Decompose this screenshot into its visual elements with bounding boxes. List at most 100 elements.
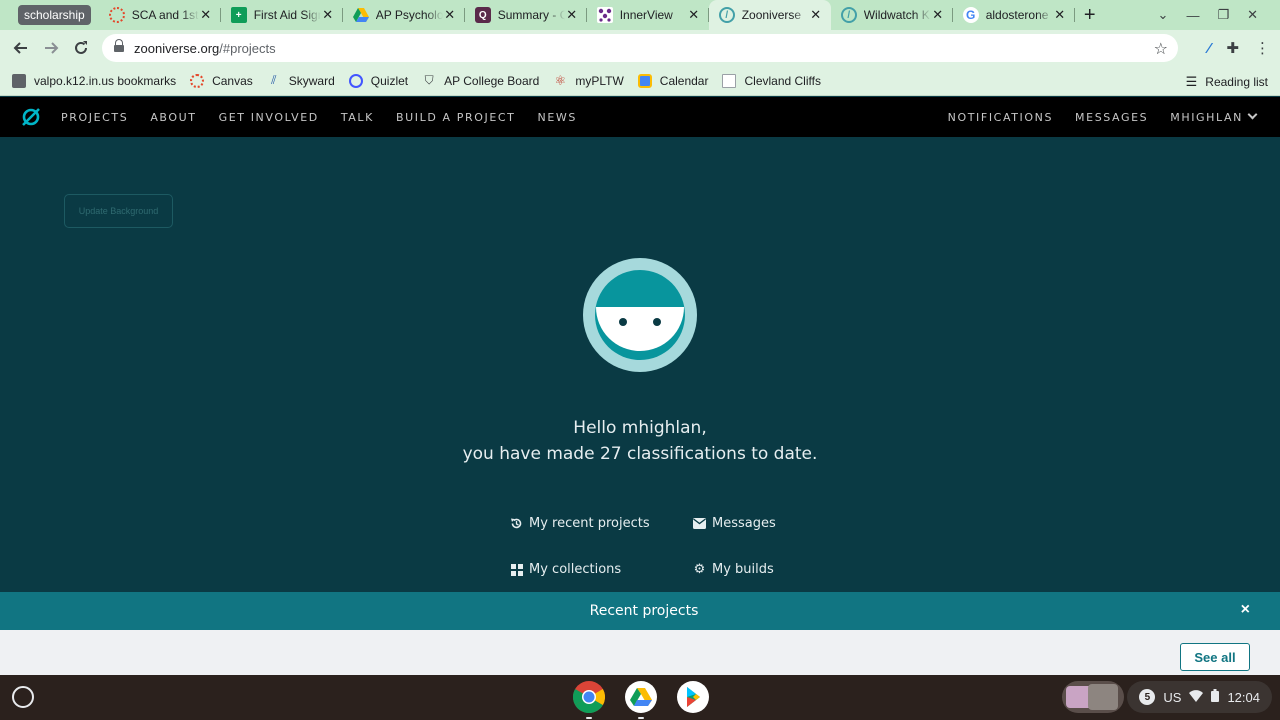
canvas-icon (190, 73, 205, 88)
messages-link[interactable]: Messages (693, 516, 776, 531)
minimize-icon[interactable]: — (1186, 8, 1199, 23)
see-all-button[interactable]: See all (1180, 643, 1250, 671)
lock-icon[interactable] (114, 39, 124, 53)
nav-user-menu[interactable]: MHIGHLAN (1170, 109, 1258, 124)
tab-strip: scholarship SCA and 1st ✕ + First Aid Si… (0, 0, 1280, 30)
close-icon[interactable]: ✕ (199, 7, 213, 23)
reading-list-button[interactable]: ☰ Reading list (1186, 74, 1268, 90)
tab-wildwatch[interactable]: / Wildwatch K ✕ (831, 0, 953, 30)
restore-icon[interactable]: ❐ (1217, 7, 1229, 23)
close-icon[interactable]: ✕ (931, 7, 945, 23)
link-label: My collections (529, 562, 622, 577)
nav-talk[interactable]: TALK (341, 111, 374, 124)
innerview-icon (596, 7, 613, 23)
greeting-line-2: you have made 27 classifications to date… (462, 444, 818, 464)
grid-icon (510, 563, 523, 576)
close-icon[interactable]: ✕ (565, 7, 579, 23)
envelope-icon (693, 517, 706, 530)
clock: 12:04 (1227, 689, 1260, 705)
new-tab-button[interactable]: + (1075, 4, 1105, 27)
tab-title: First Aid Sign (253, 8, 321, 22)
nav-right: NOTIFICATIONS MESSAGES MHIGHLAN (926, 97, 1258, 137)
close-window-icon[interactable]: ✕ (1247, 7, 1258, 23)
close-icon[interactable]: ✕ (809, 7, 823, 23)
nav-news[interactable]: NEWS (537, 111, 576, 124)
bookmark-calendar[interactable]: Calendar (637, 73, 708, 88)
gear-icon: ⚙ (693, 562, 706, 577)
address-bar[interactable]: zooniverse.org/#projects ☆ (102, 34, 1178, 62)
bookmark-clevland[interactable]: Clevland Cliffs (722, 73, 821, 88)
my-collections-link[interactable]: My collections (510, 562, 621, 577)
update-background-button[interactable]: Update Background (64, 194, 173, 228)
running-indicator (586, 717, 592, 719)
running-indicator (638, 717, 644, 719)
my-builds-link[interactable]: ⚙ My builds (693, 562, 774, 577)
extension-area: ⁄ ✚ ⋮ (1208, 34, 1270, 62)
tab-innerview[interactable]: InnerView ✕ (587, 0, 709, 30)
tab-aldosterone[interactable]: G aldosterone ✕ (953, 0, 1075, 30)
bookmark-valpo[interactable]: valpo.k12.in.us bookmarks (12, 73, 177, 88)
extension-icon[interactable]: ⁄ (1208, 40, 1211, 57)
my-recent-projects-link[interactable]: My recent projects (510, 516, 650, 531)
nav-build-a-project[interactable]: BUILD A PROJECT (396, 111, 516, 124)
bookmark-star-icon[interactable]: ☆ (1154, 39, 1168, 59)
bookmark-mypltw[interactable]: ⚛ myPLTW (553, 72, 624, 88)
play-store-icon[interactable] (677, 681, 709, 713)
close-icon[interactable]: ✕ (321, 7, 335, 23)
tab-group-label[interactable]: scholarship (18, 5, 91, 25)
drive-icon[interactable] (625, 681, 657, 719)
skyward-icon: ⫽ (271, 73, 277, 87)
forward-button[interactable] (36, 33, 66, 63)
back-button[interactable] (6, 33, 36, 63)
bookmark-label: myPLTW (575, 73, 624, 88)
link-label: Messages (712, 516, 776, 531)
launcher-icon[interactable] (12, 686, 34, 708)
site-nav: PROJECTS ABOUT GET INVOLVED TALK BUILD A… (0, 97, 1280, 137)
tab-title: aldosterone (985, 8, 1049, 22)
url-host: zooniverse.org (134, 40, 220, 56)
tab-title: Summary - Q (497, 8, 565, 22)
bookmark-collegeboard[interactable]: ⛉ AP College Board (422, 73, 540, 88)
pltw-icon: ⚛ (554, 72, 567, 88)
home-hero: Update Background Hello mhighlan, you ha… (0, 137, 1280, 592)
nav-about[interactable]: ABOUT (150, 111, 196, 124)
tab-summary[interactable]: Q Summary - Q ✕ (465, 0, 587, 30)
nav-messages[interactable]: MESSAGES (1075, 111, 1148, 124)
bookmark-label: valpo.k12.in.us bookmarks (34, 73, 177, 88)
google-icon: G (962, 7, 979, 23)
tab-first-aid[interactable]: + First Aid Sign ✕ (221, 0, 343, 30)
bookmark-canvas[interactable]: Canvas (190, 73, 253, 88)
zooniverse-icon: / (718, 7, 735, 23)
nav-get-involved[interactable]: GET INVOLVED (219, 111, 319, 124)
wifi-icon (1189, 689, 1204, 705)
close-icon[interactable]: × (1241, 601, 1250, 619)
reload-button[interactable] (66, 33, 96, 63)
chrome-icon[interactable] (572, 681, 606, 719)
holding-space-thumbnails[interactable] (1062, 681, 1124, 713)
calendar-icon (637, 73, 652, 88)
keyboard-layout: US (1163, 689, 1182, 705)
status-tray[interactable]: 5 US 12:04 (1127, 681, 1272, 713)
close-icon[interactable]: ✕ (1053, 7, 1067, 23)
bookmark-quizlet[interactable]: Quizlet (348, 73, 408, 88)
tab-title: Wildwatch K (863, 8, 930, 22)
thumbnail (1088, 684, 1118, 710)
battery-icon (1211, 689, 1220, 705)
bookmark-label: AP College Board (444, 73, 540, 88)
url-path: /#projects (219, 40, 276, 56)
close-icon[interactable]: ✕ (687, 7, 701, 23)
page-icon (722, 73, 737, 88)
tab-zooniverse[interactable]: / Zooniverse ✕ (708, 0, 831, 30)
avatar[interactable] (583, 258, 697, 372)
close-icon[interactable]: ✕ (443, 7, 457, 23)
tab-ap-psych[interactable]: AP Psychology ✕ (343, 0, 465, 30)
puzzle-icon[interactable]: ✚ (1226, 39, 1239, 57)
tab-search-icon[interactable]: ⌄ (1158, 7, 1169, 23)
nav-notifications[interactable]: NOTIFICATIONS (948, 111, 1053, 124)
os-shelf: 5 US 12:04 (0, 675, 1280, 720)
nav-projects[interactable]: PROJECTS (61, 111, 128, 124)
tab-sca[interactable]: SCA and 1st ✕ (99, 0, 221, 30)
zooniverse-logo-icon[interactable] (20, 106, 42, 128)
bookmark-skyward[interactable]: ⫽ Skyward (267, 73, 335, 88)
more-menu-icon[interactable]: ⋮ (1255, 39, 1270, 57)
